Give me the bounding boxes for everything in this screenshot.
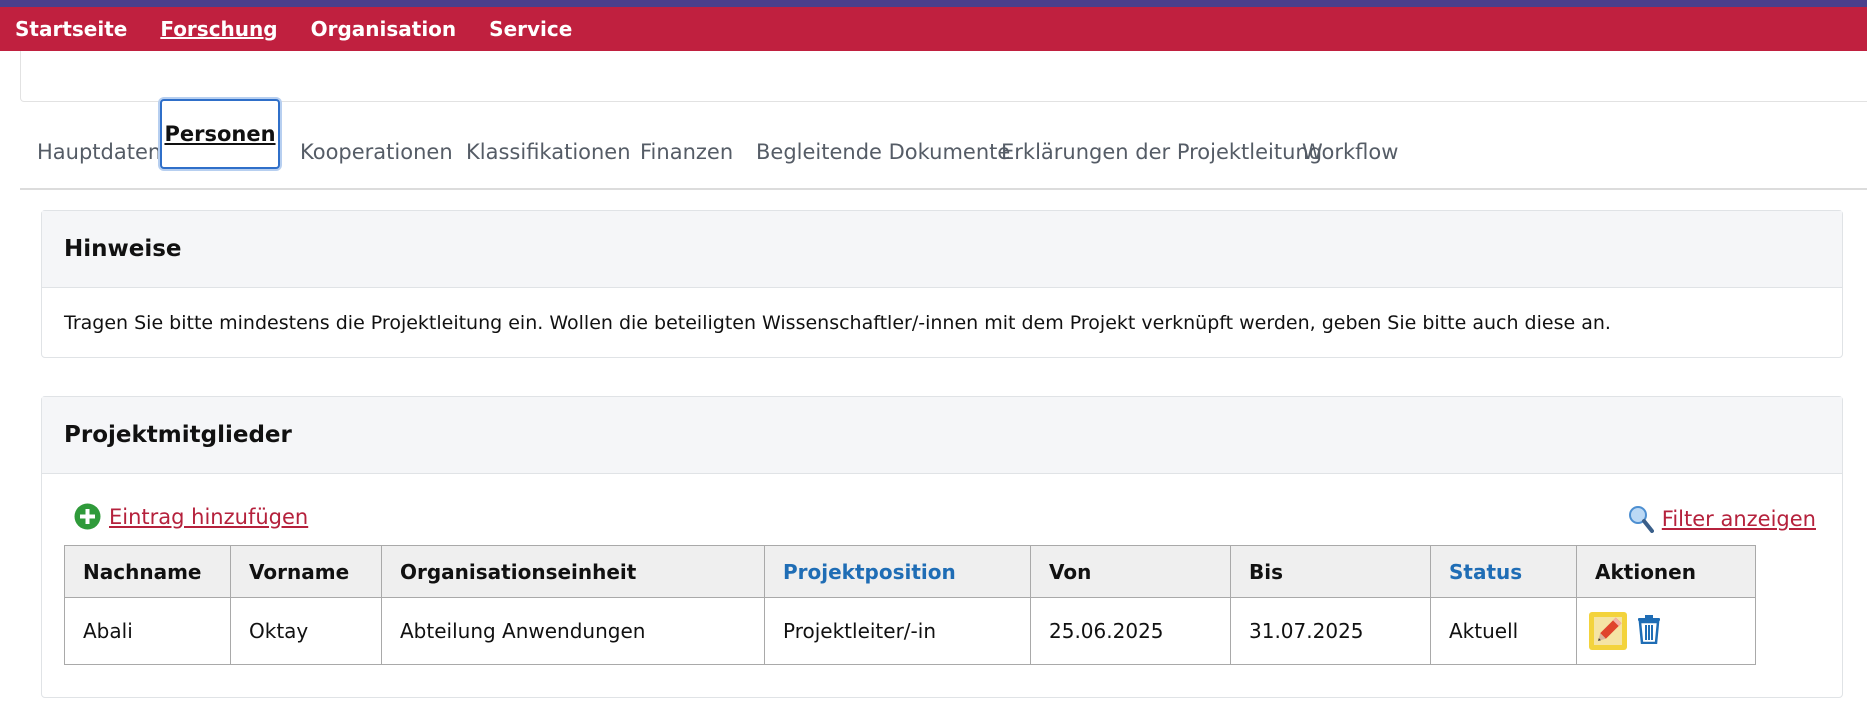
col-projektposition-sort[interactable]: Projektposition [764, 545, 1031, 598]
cell-nachname: Abali [64, 597, 231, 665]
tab-bar: Hauptdaten Personen Kooperationen Klassi… [20, 99, 1867, 190]
col-von: Von [1030, 545, 1231, 598]
main-nav: Startseite Forschung Organisation Servic… [0, 7, 1867, 51]
col-status-sort[interactable]: Status [1430, 545, 1577, 598]
tab-begleitende-dokumente[interactable]: Begleitende Dokumente [756, 118, 1010, 186]
delete-button[interactable] [1637, 614, 1661, 649]
tab-erklaerungen[interactable]: Erklärungen der Projektleitung [1001, 118, 1322, 186]
plus-circle-icon[interactable] [74, 503, 101, 530]
add-entry-link[interactable]: Eintrag hinzufügen [109, 505, 308, 529]
tab-kooperationen[interactable]: Kooperationen [300, 118, 453, 186]
col-nachname: Nachname [64, 545, 231, 598]
cell-bis: 31.07.2025 [1230, 597, 1431, 665]
cell-vorname: Oktay [230, 597, 382, 665]
members-title: Projektmitglieder [42, 397, 1842, 474]
cell-status: Aktuell [1430, 597, 1577, 665]
tab-finanzen[interactable]: Finanzen [640, 118, 733, 186]
cell-organisationseinheit: Abteilung Anwendungen [381, 597, 765, 665]
col-vorname: Vorname [230, 545, 382, 598]
col-aktionen: Aktionen [1576, 545, 1756, 598]
filter-link[interactable]: Filter anzeigen [1662, 507, 1816, 531]
browser-top-strip [0, 0, 1867, 7]
tab-hauptdaten[interactable]: Hauptdaten [37, 118, 161, 186]
col-bis: Bis [1230, 545, 1431, 598]
tab-workflow[interactable]: Workflow [1302, 118, 1398, 186]
hints-title: Hinweise [42, 211, 1842, 288]
edit-button[interactable] [1589, 612, 1627, 650]
nav-item-organisation[interactable]: Organisation [311, 17, 457, 41]
nav-item-forschung[interactable]: Forschung [160, 17, 277, 41]
cell-projektposition: Projektleiter/-in [764, 597, 1031, 665]
nav-item-startseite[interactable]: Startseite [15, 17, 127, 41]
cell-von: 25.06.2025 [1030, 597, 1231, 665]
members-panel: Projektmitglieder Eintrag hinzufügen Fil… [41, 396, 1843, 698]
hints-text: Tragen Sie bitte mindestens die Projektl… [64, 312, 1611, 334]
tab-personen[interactable]: Personen [160, 99, 280, 169]
table-header-row: Nachname Vorname Organisationseinheit Pr… [64, 545, 1756, 598]
header-panel [20, 51, 1867, 102]
magnifier-icon[interactable] [1628, 505, 1654, 533]
cell-aktionen [1576, 597, 1756, 665]
trash-icon[interactable] [1637, 614, 1661, 644]
hints-panel: Hinweise Tragen Sie bitte mindestens die… [41, 210, 1843, 358]
members-table: Nachname Vorname Organisationseinheit Pr… [64, 545, 1756, 665]
add-entry[interactable]: Eintrag hinzufügen [74, 503, 308, 530]
nav-item-service[interactable]: Service [489, 17, 572, 41]
pencil-icon[interactable] [1589, 612, 1627, 650]
table-row: Abali Oktay Abteilung Anwendungen Projek… [64, 597, 1756, 665]
filter-toggle[interactable]: Filter anzeigen [1628, 505, 1816, 533]
tab-klassifikationen[interactable]: Klassifikationen [466, 118, 631, 186]
col-organisationseinheit: Organisationseinheit [381, 545, 765, 598]
